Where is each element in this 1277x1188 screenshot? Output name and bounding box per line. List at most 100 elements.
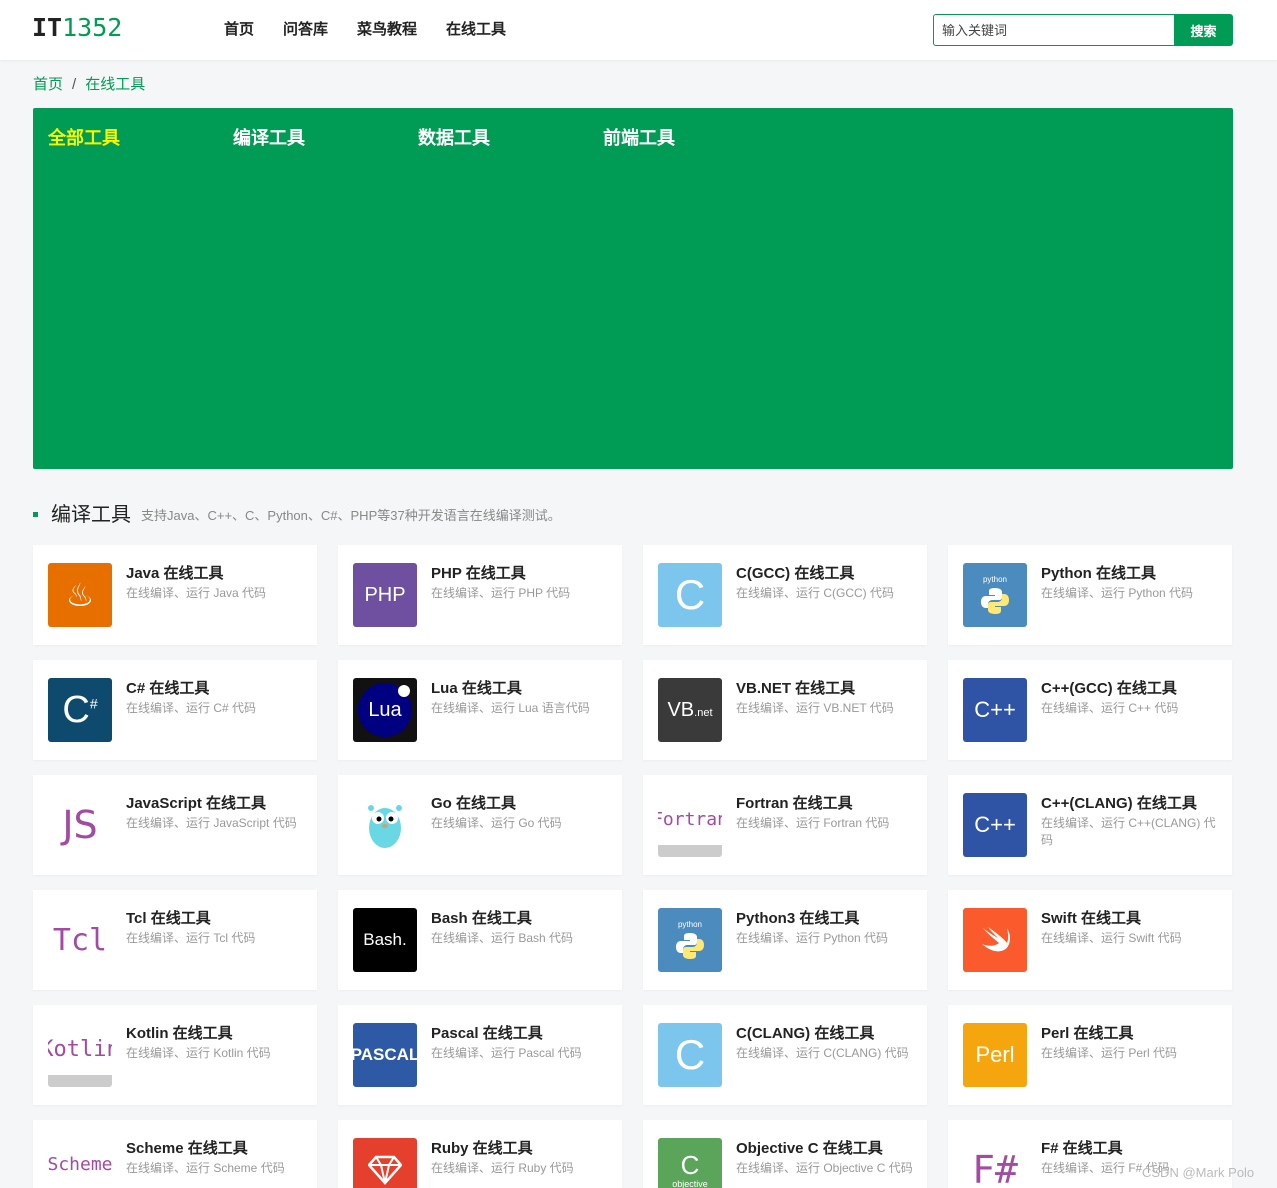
nav-qa[interactable]: 问答库 bbox=[283, 20, 328, 40]
tab-compile-tools[interactable]: 编译工具 bbox=[233, 126, 418, 150]
tool-card-title[interactable]: Python 在线工具 bbox=[1041, 564, 1156, 584]
tool-card-description: 在线编译、运行 Python 代码 bbox=[1041, 586, 1194, 600]
swift-icon bbox=[963, 908, 1027, 972]
search-button[interactable]: 搜索 bbox=[1174, 14, 1233, 46]
tool-card-title[interactable]: PHP 在线工具 bbox=[431, 564, 526, 584]
python-icon: python bbox=[963, 563, 1027, 627]
tool-card-description: 在线编译、运行 Java 代码 bbox=[126, 586, 267, 600]
tool-card-title[interactable]: Java 在线工具 bbox=[126, 564, 224, 584]
tool-card-description: 在线编译、运行 Bash 代码 bbox=[431, 931, 574, 945]
tool-card[interactable]: Tcl Tcl 在线工具在线编译、运行 Tcl 代码 bbox=[33, 890, 317, 990]
tool-card-title[interactable]: Pascal 在线工具 bbox=[431, 1024, 543, 1044]
tool-card-title[interactable]: F# 在线工具 bbox=[1041, 1139, 1123, 1159]
tab-data-tools[interactable]: 数据工具 bbox=[418, 126, 603, 150]
tool-card-description: 在线编译、运行 PHP 代码 bbox=[431, 586, 571, 600]
tool-card-description: 在线编译、运行 Scheme 代码 bbox=[126, 1161, 285, 1175]
tool-card[interactable]: C C(GCC) 在线工具 在线编译、运行 C(GCC) 代码 bbox=[643, 545, 927, 645]
tool-card[interactable]: PHP PHP 在线工具 在线编译、运行 PHP 代码 bbox=[338, 545, 622, 645]
tool-card-description: 在线编译、运行 Kotlin 代码 bbox=[126, 1046, 271, 1060]
tool-card-description: 在线编译、运行 Ruby 代码 bbox=[431, 1161, 574, 1175]
tool-card-title[interactable]: Ruby 在线工具 bbox=[431, 1139, 533, 1159]
top-navbar: IT1352 首页 问答库 菜鸟教程 在线工具 搜索 bbox=[0, 0, 1277, 60]
tool-card[interactable]: Swift 在线工具在线编译、运行 Swift 代码 bbox=[948, 890, 1232, 990]
tool-card[interactable]: Scheme Scheme 在线工具 在线编译、运行 Scheme 代码 bbox=[33, 1120, 317, 1188]
tool-card[interactable]: python Python 在线工具在线编译、运行 Python 代码 bbox=[948, 545, 1232, 645]
tool-card-title[interactable]: Bash 在线工具 bbox=[431, 909, 532, 929]
tool-card-title[interactable]: Kotlin 在线工具 bbox=[126, 1024, 233, 1044]
tab-frontend-tools[interactable]: 前端工具 bbox=[603, 126, 788, 150]
tool-card-description: 在线编译、运行 C(CLANG) 代码 bbox=[736, 1046, 909, 1060]
tool-card[interactable]: Lua Lua 在线工具在线编译、运行 Lua 语言代码 bbox=[338, 660, 622, 760]
tool-card[interactable]: Perl Perl 在线工具 在线编译、运行 Perl 代码 bbox=[948, 1005, 1232, 1105]
fsharp-icon: F# bbox=[963, 1138, 1027, 1188]
tool-card[interactable]: JS JavaScript 在线工具 在线编译、运行 JavaScript 代码 bbox=[33, 775, 317, 875]
section-title: 编译工具 bbox=[51, 503, 131, 526]
tool-card[interactable]: C# C# 在线工具在线编译、运行 C# 代码 bbox=[33, 660, 317, 760]
tool-card-title[interactable]: Objective C 在线工具 bbox=[736, 1139, 883, 1159]
tool-card-title[interactable]: C++(GCC) 在线工具 bbox=[1041, 679, 1177, 699]
tool-card[interactable]: Bash. Bash 在线工具 在线编译、运行 Bash 代码 bbox=[338, 890, 622, 990]
tool-card-description: 在线编译、运行 C# 代码 bbox=[126, 701, 257, 715]
tools-category-panel: 全部工具 编译工具 数据工具 前端工具 bbox=[33, 108, 1233, 469]
tool-card[interactable]: Cobjective Objective C 在线工具 在线编译、运行 Object… bbox=[643, 1120, 927, 1188]
tool-card-description: 在线编译、运行 Go 代码 bbox=[431, 816, 562, 830]
tool-card-description: 在线编译、运行 C++(CLANG) 代码 bbox=[1041, 816, 1216, 847]
tool-card-title[interactable]: C# 在线工具 bbox=[126, 679, 209, 699]
section-marker bbox=[33, 512, 38, 517]
tool-card-description: 在线编译、运行 C(GCC) 代码 bbox=[736, 586, 894, 600]
perl-icon: Perl bbox=[963, 1023, 1027, 1087]
tool-card[interactable]: python Python3 在线工具 在线编译、运行 Python 代码 bbox=[643, 890, 927, 990]
category-tabs: 全部工具 编译工具 数据工具 前端工具 bbox=[48, 126, 788, 150]
tool-card-title[interactable]: C(GCC) 在线工具 bbox=[736, 564, 854, 584]
tool-card-title[interactable]: Fortran 在线工具 bbox=[736, 794, 853, 814]
kotlin-icon: Kotlin bbox=[48, 1023, 112, 1087]
breadcrumb-home[interactable]: 首页 bbox=[33, 76, 63, 93]
tool-card[interactable]: Kotlin Kotlin 在线工具在线编译、运行 Kotlin 代码 bbox=[33, 1005, 317, 1105]
tool-card[interactable]: Ruby 在线工具在线编译、运行 Ruby 代码 bbox=[338, 1120, 622, 1188]
nav-tutorial[interactable]: 菜鸟教程 bbox=[357, 20, 417, 40]
tool-card[interactable]: C++ C++(CLANG) 在线工具 在线编译、运行 C++(CLANG) 代码 bbox=[948, 775, 1232, 875]
tool-card[interactable]: C++ C++(GCC) 在线工具 在线编译、运行 C++ 代码 bbox=[948, 660, 1232, 760]
tool-card-title[interactable]: Go 在线工具 bbox=[431, 794, 516, 814]
tool-card[interactable]: Fortran Fortran 在线工具在线编译、运行 Fortran 代码 bbox=[643, 775, 927, 875]
search-box: 搜索 bbox=[933, 14, 1233, 46]
tool-card[interactable]: PASCAL Pascal 在线工具在线编译、运行 Pascal 代码 bbox=[338, 1005, 622, 1105]
tool-card-description: 在线编译、运行 Python 代码 bbox=[736, 931, 889, 945]
tool-card-description: 在线编译、运行 Swift 代码 bbox=[1041, 931, 1182, 945]
tool-card-title[interactable]: Python3 在线工具 bbox=[736, 909, 859, 929]
tool-card-description: 在线编译、运行 Lua 语言代码 bbox=[431, 701, 590, 715]
tool-card-title[interactable]: C(CLANG) 在线工具 bbox=[736, 1024, 874, 1044]
nav-home[interactable]: 首页 bbox=[224, 20, 254, 40]
tool-card-title[interactable]: VB.NET 在线工具 bbox=[736, 679, 855, 699]
tool-card-description: 在线编译、运行 Tcl 代码 bbox=[126, 931, 256, 945]
csharp-icon: C# bbox=[48, 678, 112, 742]
tool-card-description: 在线编译、运行 VB.NET 代码 bbox=[736, 701, 894, 715]
tool-card-grid: ♨ Java 在线工具 在线编译、运行 Java 代码 PHP PHP 在线工具 在线编译… bbox=[33, 545, 1233, 1188]
tab-all-tools[interactable]: 全部工具 bbox=[48, 126, 233, 150]
tool-card-title[interactable]: Swift 在线工具 bbox=[1041, 909, 1141, 929]
site-logo[interactable]: IT1352 bbox=[32, 13, 122, 43]
tool-card[interactable]: VB.net VB.NET 在线工具 在线编译、运行 VB.NET 代码 bbox=[643, 660, 927, 760]
breadcrumb-current[interactable]: 在线工具 bbox=[85, 76, 145, 93]
section-header: 编译工具 支持Java、C++、C、Python、C#、PHP等37种开发语言在… bbox=[33, 500, 561, 529]
breadcrumb: 首页 / 在线工具 bbox=[33, 75, 145, 95]
tool-card-title[interactable]: JavaScript 在线工具 bbox=[126, 794, 266, 814]
tool-card-title[interactable]: Perl 在线工具 bbox=[1041, 1024, 1134, 1044]
tool-card[interactable]: ♨ Java 在线工具 在线编译、运行 Java 代码 bbox=[33, 545, 317, 645]
ruby-icon bbox=[353, 1138, 417, 1188]
tool-card[interactable]: Go 在线工具在线编译、运行 Go 代码 bbox=[338, 775, 622, 875]
tool-card-title[interactable]: C++(CLANG) 在线工具 bbox=[1041, 794, 1197, 814]
tool-card-title[interactable]: Lua 在线工具 bbox=[431, 679, 522, 699]
go-gopher-icon bbox=[353, 793, 417, 857]
tool-card[interactable]: C C(CLANG) 在线工具 在线编译、运行 C(CLANG) 代码 bbox=[643, 1005, 927, 1105]
tool-card-description: 在线编译、运行 Objective C 代码 bbox=[736, 1161, 913, 1175]
lua-icon: Lua bbox=[353, 678, 417, 742]
tool-card-title[interactable]: Scheme 在线工具 bbox=[126, 1139, 248, 1159]
search-input[interactable] bbox=[933, 14, 1174, 46]
nav-tools[interactable]: 在线工具 bbox=[446, 20, 506, 40]
tool-card-description: 在线编译、运行 Pascal 代码 bbox=[431, 1046, 582, 1060]
tcl-icon: Tcl bbox=[48, 908, 112, 972]
breadcrumb-separator: / bbox=[72, 76, 77, 93]
tool-card-title[interactable]: Tcl 在线工具 bbox=[126, 909, 211, 929]
pascal-icon: PASCAL bbox=[353, 1023, 417, 1087]
